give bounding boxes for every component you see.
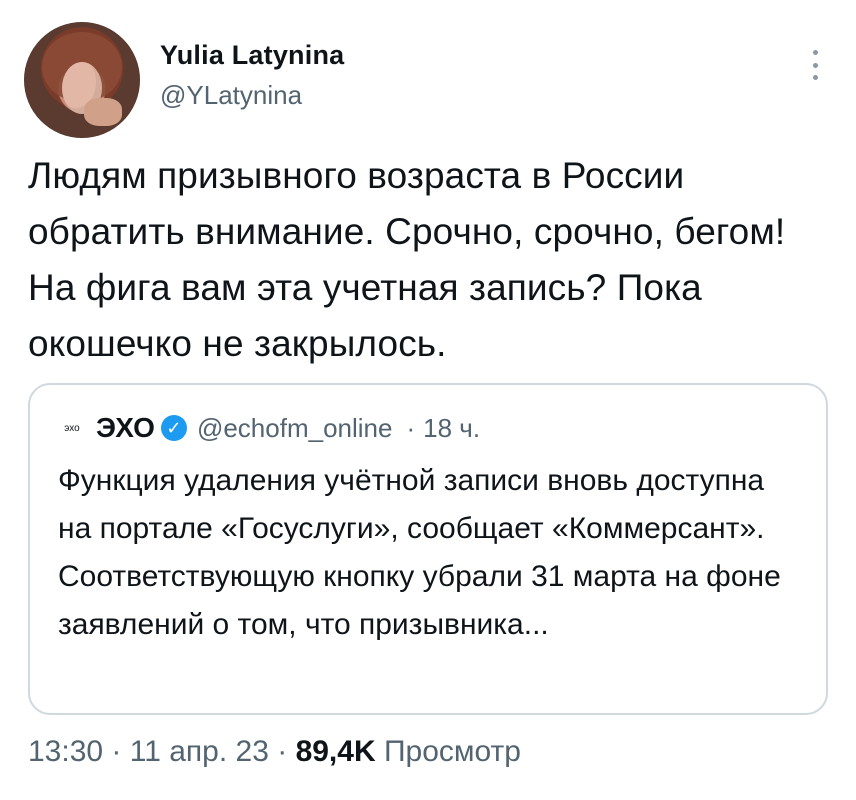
quoted-author-name[interactable]: ЭХО	[96, 412, 155, 444]
more-vertical-icon-dot-3	[812, 75, 818, 80]
more-vertical-icon	[812, 50, 818, 55]
tweet-meta: 13:30 · 11 апр. 23 · 89,4K Просмотр	[28, 735, 521, 769]
tweet-time[interactable]: 13:30	[28, 735, 103, 768]
quoted-tweet[interactable]: эхо ЭХО ✓ @echofm_online · 18 ч. Функция…	[28, 383, 828, 715]
quoted-author-logo[interactable]: эхо	[58, 414, 86, 442]
verified-badge-icon: ✓	[160, 415, 187, 441]
tweet-text: Людям призывного возраста в России обрат…	[28, 155, 786, 364]
tweet-date[interactable]: 11 апр. 23	[130, 735, 269, 768]
views-label: Просмотр	[383, 735, 521, 768]
quoted-tweet-time[interactable]: 18 ч.	[423, 413, 480, 444]
quoted-author-handle[interactable]: @echofm_online	[197, 413, 393, 444]
avatar-hand	[84, 98, 122, 126]
quoted-tweet-header: эхо ЭХО ✓ @echofm_online · 18 ч.	[58, 410, 480, 446]
quoted-tweet-text: Функция удаления учётной записи вновь до…	[58, 464, 781, 641]
separator-dot: ·	[277, 735, 296, 768]
author-avatar[interactable]	[24, 22, 140, 138]
more-vertical-icon-dot-2	[812, 62, 818, 68]
more-options-button[interactable]	[810, 50, 820, 80]
author-name[interactable]: Yulia Latynina	[160, 40, 344, 71]
view-count: 89,4K	[295, 735, 376, 768]
separator-dot: ·	[111, 735, 130, 768]
author-handle[interactable]: @YLatynina	[160, 80, 302, 111]
separator-dot: ·	[406, 412, 416, 443]
